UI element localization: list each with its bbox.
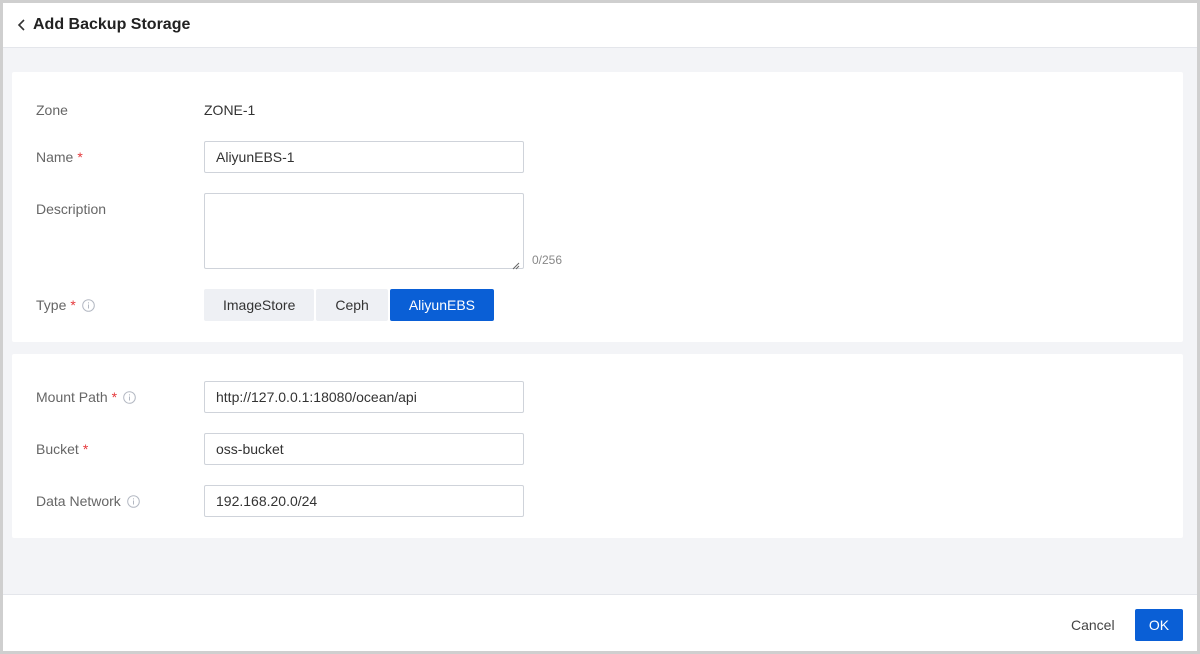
description-label: Description [36, 201, 106, 217]
type-label-text: Type [36, 297, 67, 313]
description-label-text: Description [36, 201, 107, 217]
required-mark: * [70, 297, 76, 313]
resize-handle-icon[interactable] [512, 257, 520, 273]
type-label: Type * [36, 297, 95, 313]
data-network-input[interactable] [204, 485, 524, 517]
zone-value: ZONE-1 [204, 102, 256, 118]
bucket-input[interactable] [204, 433, 524, 465]
ok-button[interactable]: OK [1135, 609, 1183, 641]
info-circle-icon[interactable] [127, 494, 140, 508]
name-label: Name * [36, 149, 83, 165]
bucket-label: Bucket * [36, 441, 88, 457]
basic-info-card: Zone ZONE-1 Name * Description 0/256 Typ… [12, 72, 1183, 342]
chevron-left-icon[interactable] [15, 18, 29, 32]
name-input[interactable] [204, 141, 524, 173]
page-header: Add Backup Storage [3, 3, 1197, 48]
description-textarea[interactable] [204, 193, 524, 269]
mount-path-label-text: Mount Path [36, 389, 108, 405]
dialog-frame: Add Backup Storage Zone ZONE-1 Name * De… [0, 0, 1200, 654]
type-option-imagestore[interactable]: ImageStore [204, 289, 315, 321]
required-mark: * [77, 149, 83, 165]
mount-path-label: Mount Path * [36, 389, 136, 405]
required-mark: * [111, 389, 118, 405]
type-option-ceph[interactable]: Ceph [316, 289, 388, 321]
data-network-label: Data Network [36, 493, 140, 509]
info-circle-icon[interactable] [123, 390, 136, 404]
zone-label: Zone [36, 102, 68, 118]
mount-path-input[interactable] [204, 381, 524, 413]
required-mark: * [82, 441, 89, 457]
type-option-aliyunebs[interactable]: AliyunEBS [389, 289, 494, 321]
page-title: Add Backup Storage [33, 16, 191, 33]
info-circle-icon[interactable] [82, 298, 95, 312]
type-segmented-control: ImageStore Ceph AliyunEBS [204, 289, 494, 321]
data-network-label-text: Data Network [36, 493, 121, 509]
storage-config-card: Mount Path * Bucket * Data Network [12, 354, 1183, 538]
name-label-text: Name [36, 149, 74, 165]
description-counter: 0/256 [532, 253, 563, 267]
cancel-button[interactable]: Cancel [1065, 609, 1121, 641]
bucket-label-text: Bucket [36, 441, 79, 457]
zone-label-text: Zone [36, 102, 68, 118]
dialog-footer: Cancel OK [3, 594, 1197, 651]
